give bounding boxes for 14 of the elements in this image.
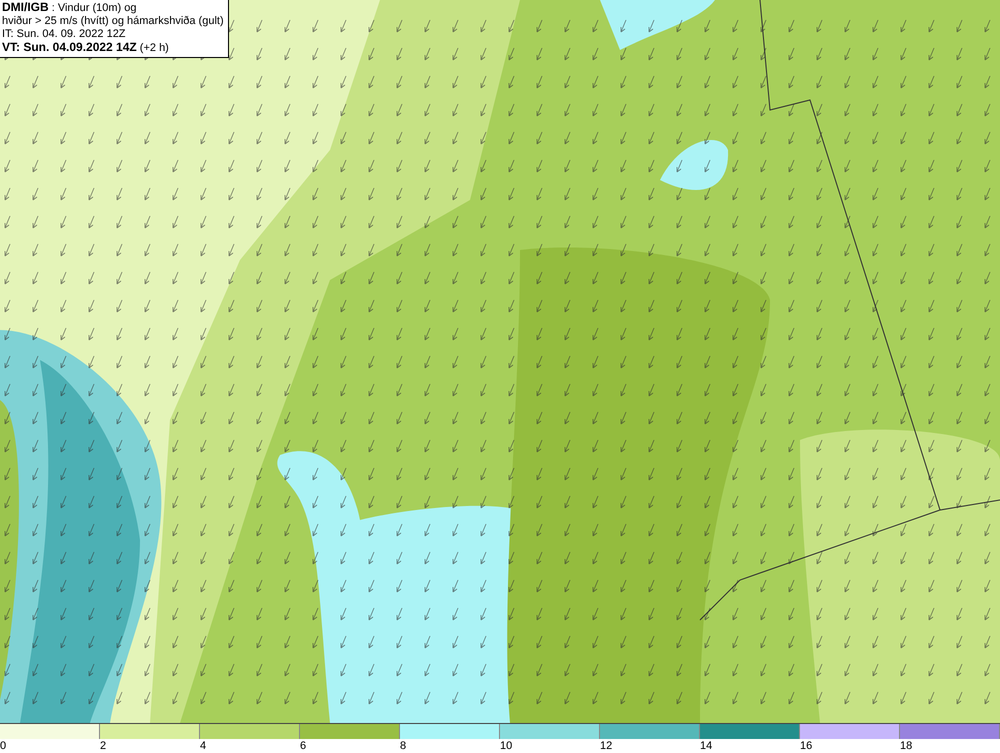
legend-label: 4 [200,739,206,753]
legend-label: 14 [700,739,712,753]
legend-label: 16 [800,739,812,753]
caption-text: VT: Sun. 04.09.2022 14Z (+2 h) [2,41,170,55]
legend-label: 6 [300,739,306,753]
legend-label: 2 [100,739,106,753]
legend-label: 8 [400,739,406,753]
legend-label: 18 [900,739,912,753]
legend-label: 12 [600,739,612,753]
legend-label: 0 [0,739,6,753]
caption-text: DMI/IGB : Vindur (10m) og [2,1,138,15]
legend-label: 10 [500,739,512,753]
caption-text: hviður > 25 m/s (hvítt) og hámarkshviða (gult) [2,15,224,28]
caption-text: IT: Sun. 04. 09. 2022 12Z [2,28,127,41]
